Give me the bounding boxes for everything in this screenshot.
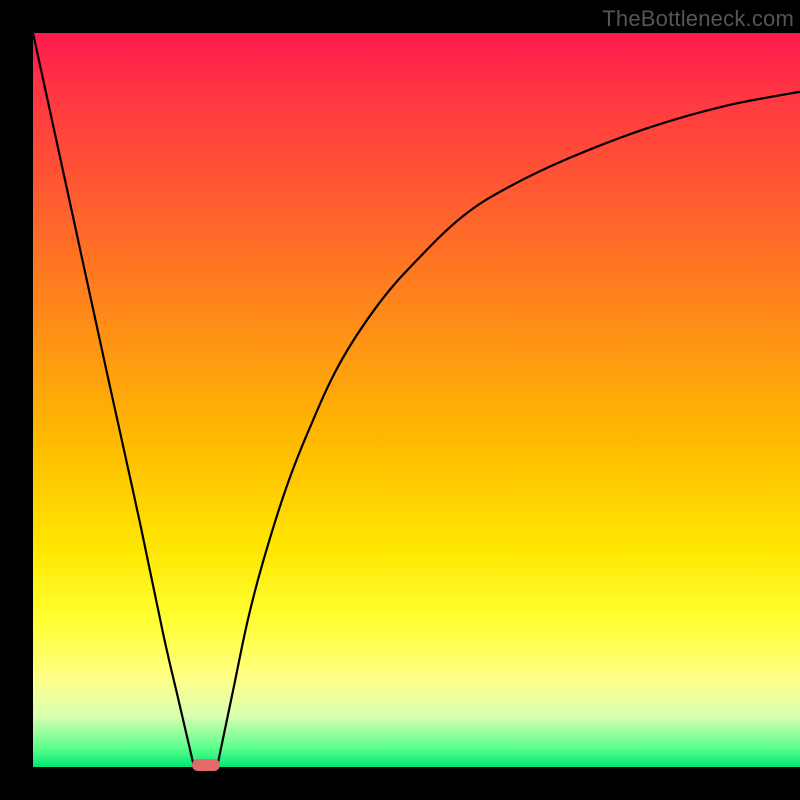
- watermark-text: TheBottleneck.com: [602, 6, 794, 32]
- curve-svg: [33, 33, 800, 767]
- minimum-marker: [192, 759, 220, 771]
- plot-area: [33, 33, 800, 767]
- curve-left-branch: [33, 33, 194, 767]
- curve-right-branch: [217, 92, 800, 767]
- chart-frame: TheBottleneck.com: [0, 0, 800, 800]
